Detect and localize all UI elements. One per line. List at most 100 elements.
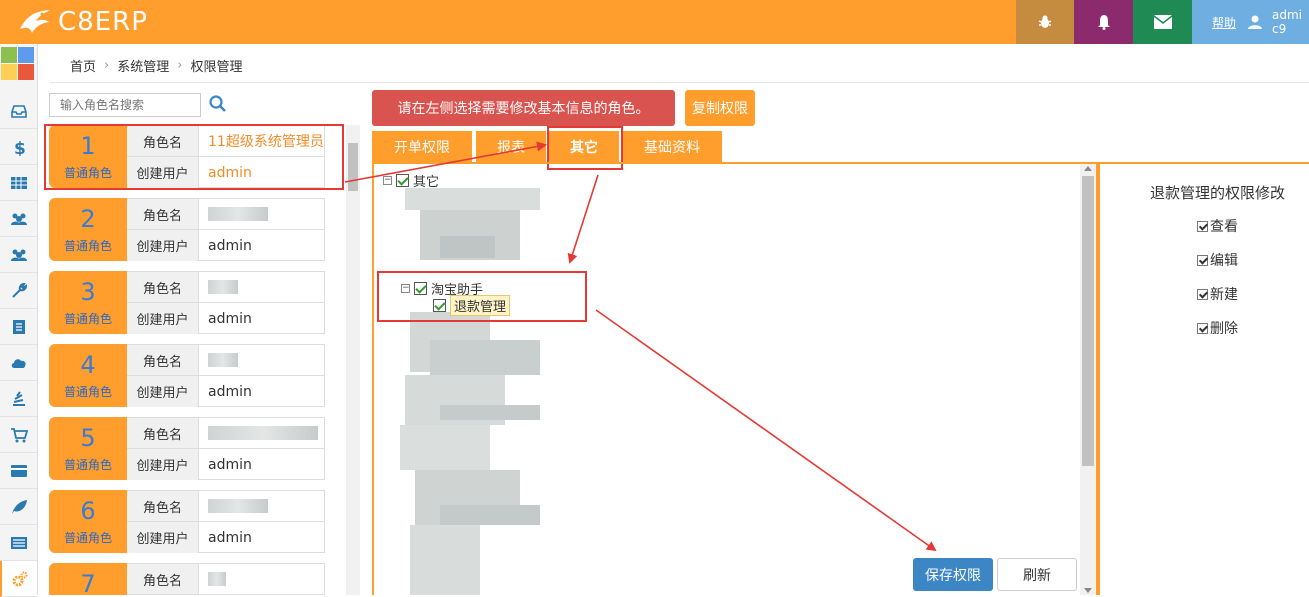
sidebar-item-inbox[interactable] <box>0 93 37 129</box>
role-badge[interactable]: 4 普通角色 <box>49 344 127 407</box>
breadcrumb-separator: › <box>177 58 183 73</box>
permission-view[interactable]: 查看 <box>1197 216 1238 236</box>
tree-scrollbar[interactable] <box>1080 164 1096 595</box>
sidebar-item-table[interactable] <box>0 165 37 201</box>
permission-delete[interactable]: 删除 <box>1197 318 1238 338</box>
role-name-value <box>199 418 324 448</box>
role-name-label: 角色名 <box>127 199 199 229</box>
sidebar-item-stack[interactable] <box>0 381 37 417</box>
checkbox[interactable] <box>1197 254 1208 266</box>
icon-sidebar: $ <box>0 44 38 597</box>
sidebar-item-list[interactable] <box>0 525 37 561</box>
redacted-text <box>208 353 238 367</box>
sidebar-item-documents[interactable] <box>0 309 37 345</box>
scroll-up-icon[interactable] <box>1084 166 1092 171</box>
checkbox[interactable] <box>1197 288 1208 300</box>
role-badge[interactable]: 5 普通角色 <box>49 417 127 480</box>
sidebar-item-cart[interactable] <box>0 417 37 453</box>
checkbox[interactable] <box>1197 220 1208 232</box>
user-icon <box>1248 15 1263 29</box>
role-number: 3 <box>80 278 96 306</box>
group-icon <box>10 249 27 261</box>
scrollbar-thumb[interactable] <box>348 143 358 191</box>
role-name-label: 角色名 <box>127 418 199 448</box>
sidebar-item-payment[interactable] <box>0 453 37 489</box>
bug-report-button[interactable] <box>1016 0 1074 44</box>
role-name-label: 角色名 <box>127 345 199 375</box>
role-card[interactable]: 4 普通角色 角色名 创建用户 admin <box>49 344 325 407</box>
sidebar-item-leaf[interactable] <box>0 489 37 525</box>
permission-label: 新建 <box>1210 287 1238 303</box>
collapse-icon[interactable]: − <box>383 176 392 185</box>
role-creator-value: admin <box>208 456 252 473</box>
cloud-icon <box>11 358 26 368</box>
role-creator-value: admin <box>208 310 252 327</box>
bell-icon <box>1097 15 1110 30</box>
user-menu[interactable]: 帮助 admi c9 <box>1192 0 1309 44</box>
role-number: 5 <box>80 424 96 452</box>
app-tiles-icon[interactable] <box>1 47 35 81</box>
role-list-scrollbar[interactable] <box>346 125 360 595</box>
scrollbar-thumb[interactable] <box>1082 176 1094 466</box>
refresh-button[interactable]: 刷新 <box>997 558 1077 591</box>
search-icon[interactable] <box>208 94 228 114</box>
sidebar-item-customers[interactable] <box>0 201 37 237</box>
role-type: 普通角色 <box>63 312 112 326</box>
breadcrumb-current: 权限管理 <box>190 60 243 75</box>
role-card[interactable]: 2 普通角色 角色名 创建用户 admin <box>49 198 325 261</box>
help-link[interactable]: 帮助 <box>1212 14 1236 31</box>
breadcrumb-home[interactable]: 首页 <box>70 56 96 75</box>
inbox-icon <box>10 104 27 118</box>
wrench-icon <box>11 282 27 298</box>
role-number: 7 <box>80 570 96 595</box>
scroll-down-icon[interactable] <box>1084 588 1092 593</box>
tree-checkbox[interactable] <box>396 174 409 187</box>
role-card[interactable]: 7 普通角色 角色名 创建用户 <box>49 563 325 595</box>
svg-text:$: $ <box>14 139 26 156</box>
role-search-input[interactable] <box>49 93 201 117</box>
sidebar-item-finance[interactable]: $ <box>0 129 37 165</box>
role-creator-label: 创建用户 <box>127 376 199 407</box>
sidebar-item-settings[interactable] <box>0 561 37 597</box>
checkbox[interactable] <box>1197 322 1208 334</box>
permission-edit[interactable]: 编辑 <box>1197 250 1238 270</box>
role-type: 普通角色 <box>63 531 112 545</box>
tab-reports[interactable]: 报表 <box>476 131 546 162</box>
save-permissions-button[interactable]: 保存权限 <box>913 558 993 591</box>
logo[interactable]: C8ERP <box>18 5 148 39</box>
tab-order-permissions[interactable]: 开单权限 <box>372 131 472 162</box>
permission-panel-title: 退款管理的权限修改 <box>1150 184 1286 202</box>
role-type: 普通角色 <box>63 385 112 399</box>
sidebar-item-staff[interactable] <box>0 237 37 273</box>
tree-node-root[interactable]: − 其它 <box>383 171 439 190</box>
credit-card-icon <box>10 464 27 477</box>
breadcrumb-system[interactable]: 系统管理 <box>117 56 169 75</box>
stack-icon <box>12 390 25 406</box>
role-card[interactable]: 3 普通角色 角色名 创建用户 admin <box>49 271 325 334</box>
role-name-value <box>199 272 324 302</box>
role-name-value <box>199 199 324 229</box>
role-card[interactable]: 6 普通角色 角色名 创建用户 admin <box>49 490 325 553</box>
tab-basic-data[interactable]: 基础资料 <box>622 131 722 162</box>
sidebar-item-cloud[interactable] <box>0 345 37 381</box>
role-badge[interactable]: 3 普通角色 <box>49 271 127 334</box>
role-details: 角色名 创建用户 admin <box>127 344 325 407</box>
notifications-button[interactable] <box>1074 0 1133 44</box>
messages-button[interactable] <box>1133 0 1192 44</box>
permission-create[interactable]: 新建 <box>1197 284 1238 304</box>
permission-label: 查看 <box>1210 219 1238 235</box>
cart-icon <box>10 427 28 442</box>
user-name-line1: admi <box>1272 8 1303 22</box>
role-badge[interactable]: 6 普通角色 <box>49 490 127 553</box>
role-creator-label: 创建用户 <box>127 522 199 553</box>
sidebar-item-tools[interactable] <box>0 273 37 309</box>
tree-selection-highlight <box>377 271 587 322</box>
role-details: 角色名 创建用户 admin <box>127 198 325 261</box>
role-badge[interactable]: 2 普通角色 <box>49 198 127 261</box>
user-name-line2: c9 <box>1272 22 1287 36</box>
gears-icon <box>12 571 27 586</box>
role-card[interactable]: 5 普通角色 角色名 创建用户 admin <box>49 417 325 480</box>
redacted-text <box>208 499 268 513</box>
role-badge[interactable]: 7 普通角色 <box>49 563 127 595</box>
copy-permissions-button[interactable]: 复制权限 <box>685 90 755 126</box>
